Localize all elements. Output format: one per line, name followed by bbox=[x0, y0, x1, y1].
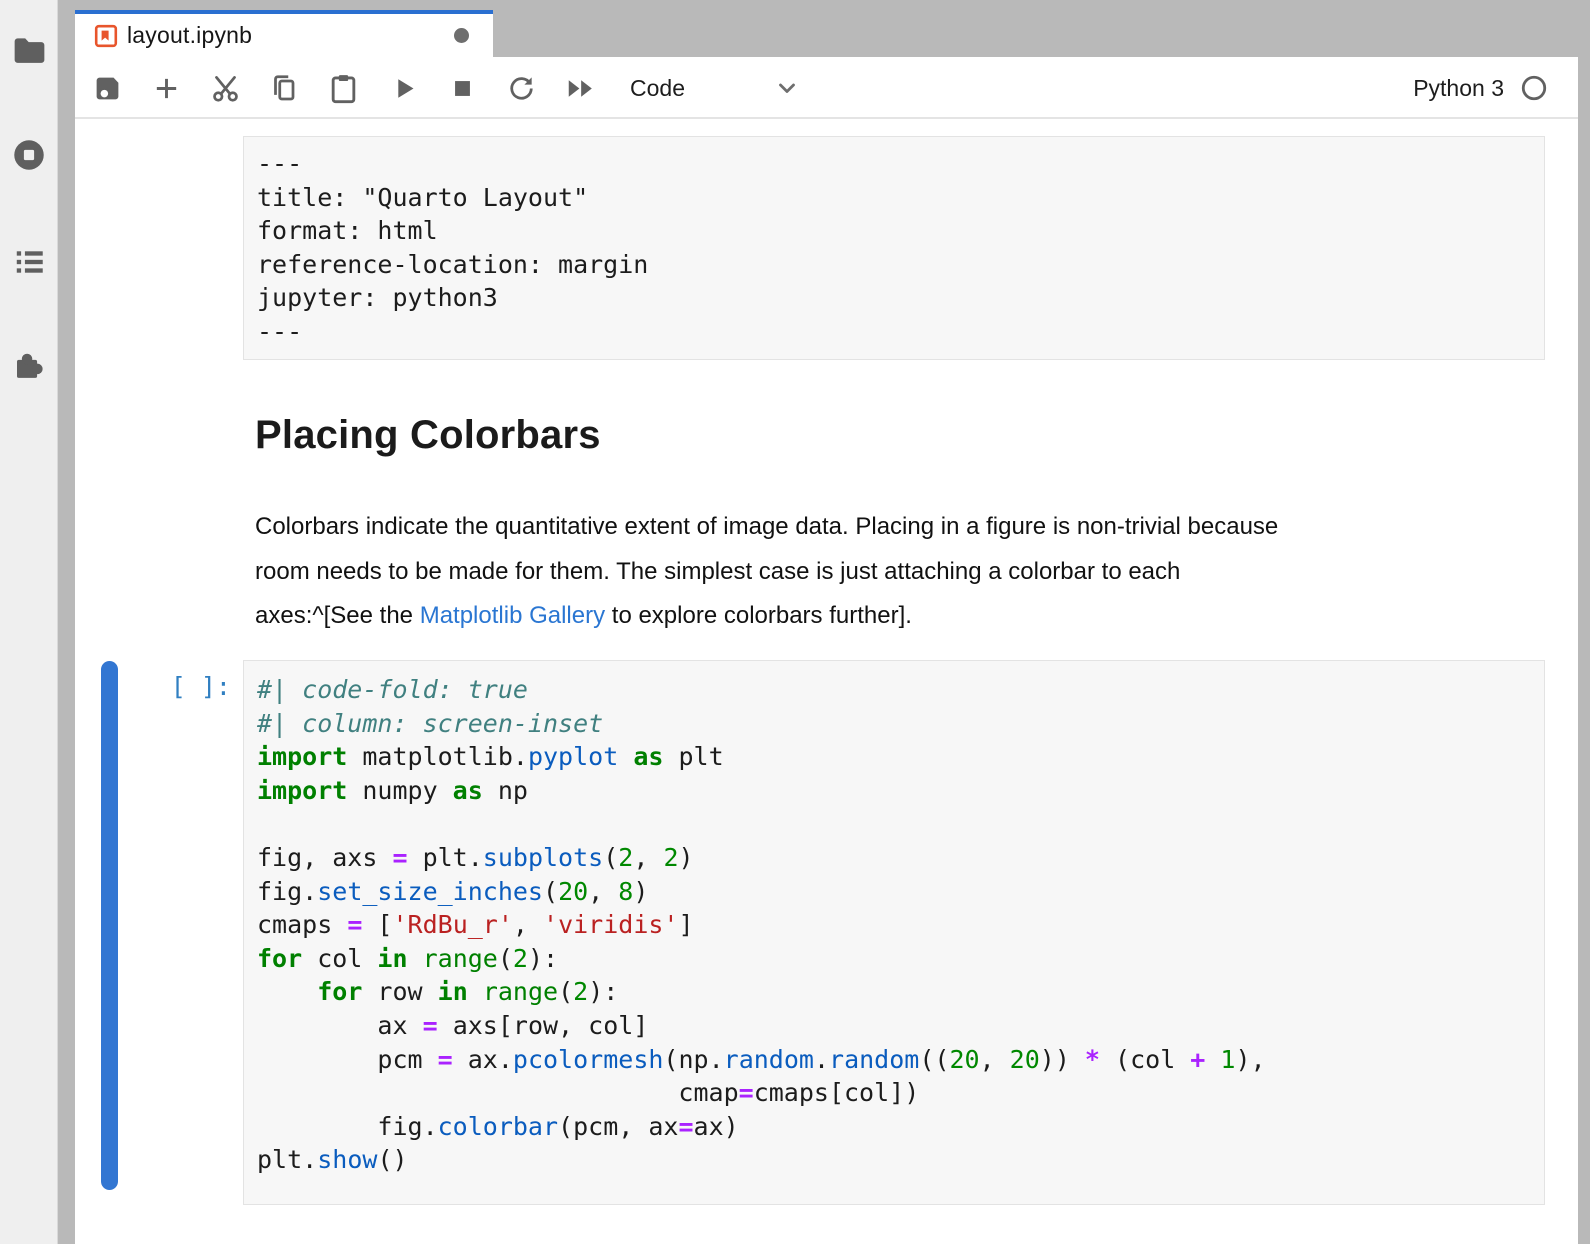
tab-title: layout.ipynb bbox=[127, 22, 252, 49]
puzzle-icon bbox=[11, 347, 47, 383]
code-cell-content: #| code-fold: true#| column: screen-inse… bbox=[257, 673, 1531, 1177]
copy-cells-button[interactable] bbox=[262, 67, 306, 109]
sidebar-item-file-browser[interactable] bbox=[0, 20, 58, 80]
restart-icon bbox=[507, 74, 536, 103]
paragraph-line: room needs to be made for them. The simp… bbox=[255, 550, 1278, 595]
main-panel: layout.ipynb bbox=[75, 0, 1578, 1244]
folder-icon bbox=[13, 37, 46, 64]
stop-icon bbox=[449, 75, 476, 102]
raw-cell[interactable]: ---title: "Quarto Layout"format: htmlref… bbox=[243, 136, 1545, 360]
sidebar-item-running-kernels[interactable] bbox=[0, 125, 58, 185]
restart-run-all-button[interactable] bbox=[558, 67, 602, 109]
markdown-heading: Placing Colorbars bbox=[255, 411, 601, 459]
paragraph-line: axes:^[See the Matplotlib Gallery to exp… bbox=[255, 594, 1278, 639]
markdown-paragraph: Colorbars indicate the quantitative exte… bbox=[255, 505, 1278, 639]
cell-type-dropdown[interactable]: Code bbox=[615, 67, 800, 109]
play-icon bbox=[391, 75, 418, 102]
save-icon bbox=[93, 74, 122, 103]
stop-circle-icon bbox=[12, 138, 46, 172]
copy-icon bbox=[269, 73, 299, 103]
kernel-area: Python 3 bbox=[1413, 67, 1548, 109]
cell-input-prompt: [ ]: bbox=[75, 672, 231, 701]
raw-cell-content: ---title: "Quarto Layout"format: htmlref… bbox=[257, 147, 1531, 349]
notebook-icon bbox=[94, 24, 118, 48]
cell-type-value: Code bbox=[630, 75, 685, 102]
paste-cells-button[interactable] bbox=[321, 67, 365, 109]
plus-icon bbox=[152, 74, 181, 103]
restart-kernel-button[interactable] bbox=[499, 67, 543, 109]
paste-icon bbox=[329, 73, 358, 104]
interrupt-kernel-button[interactable] bbox=[440, 67, 484, 109]
code-cell-editor[interactable]: #| code-fold: true#| column: screen-inse… bbox=[243, 660, 1545, 1205]
cut-cells-button[interactable] bbox=[203, 67, 247, 109]
unsaved-changes-indicator[interactable] bbox=[454, 28, 469, 43]
chevron-down-icon bbox=[774, 75, 800, 101]
active-cell-collapser[interactable] bbox=[101, 661, 118, 1190]
insert-cell-button[interactable] bbox=[144, 67, 188, 109]
tab-layout-ipynb[interactable]: layout.ipynb bbox=[75, 10, 493, 57]
sidebar-item-extensions[interactable] bbox=[0, 335, 58, 395]
matplotlib-gallery-link[interactable]: Matplotlib Gallery bbox=[420, 602, 605, 629]
save-button[interactable] bbox=[85, 67, 129, 109]
scissors-icon bbox=[210, 73, 241, 104]
tab-bar: layout.ipynb bbox=[75, 0, 1578, 57]
paragraph-line: Colorbars indicate the quantitative exte… bbox=[255, 505, 1278, 550]
run-cell-button[interactable] bbox=[382, 67, 426, 109]
notebook-content: ---title: "Quarto Layout"format: htmlref… bbox=[75, 119, 1578, 1244]
sidebar-item-table-of-contents[interactable] bbox=[0, 232, 58, 292]
kernel-status-icon[interactable] bbox=[1520, 74, 1548, 102]
notebook-toolbar: Code Python 3 bbox=[75, 57, 1578, 119]
fast-forward-icon bbox=[565, 75, 596, 102]
list-icon bbox=[14, 248, 45, 276]
jupyterlab-window: layout.ipynb bbox=[0, 0, 1590, 1244]
activity-sidebar bbox=[0, 0, 58, 1244]
kernel-name[interactable]: Python 3 bbox=[1413, 75, 1504, 102]
